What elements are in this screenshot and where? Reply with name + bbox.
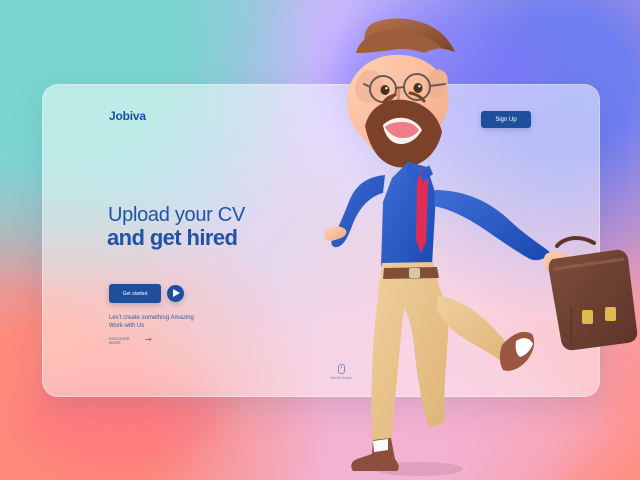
play-button[interactable] [167, 285, 184, 302]
discover-more-link[interactable]: DISCOVER MORE → [109, 335, 152, 345]
discover-more-label: DISCOVER MORE [109, 337, 130, 345]
play-icon [173, 289, 180, 297]
arrow-right-icon: → [145, 335, 152, 344]
hero-headline-line-2: and get hired [107, 225, 238, 250]
businessman-illustration [324, 18, 638, 476]
character-body [324, 18, 638, 471]
brand-logo: Jobiva [109, 109, 146, 123]
hero-subtext: Les't create something Amazing Work with… [109, 315, 194, 329]
get-started-button[interactable]: Get started [109, 284, 161, 303]
hero-headline-line-1: Upload your CV [108, 204, 245, 226]
